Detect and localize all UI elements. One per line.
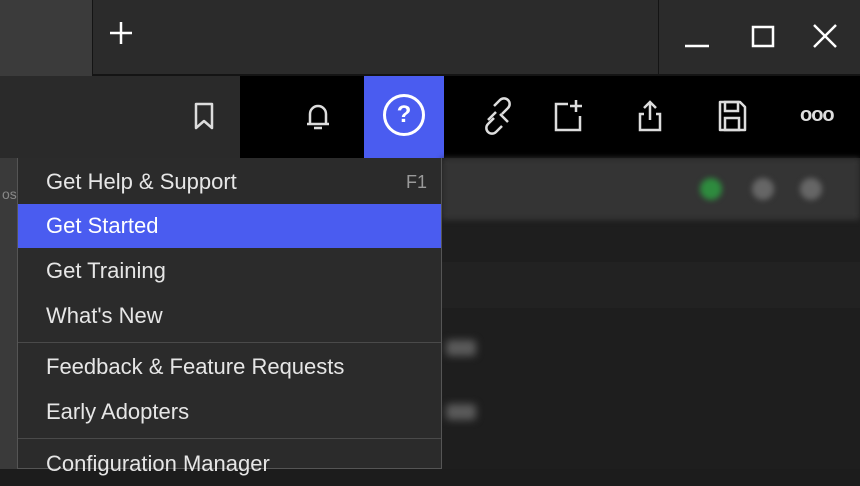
tab-strip: [92, 0, 658, 76]
menu-item-label: Early Adopters: [46, 399, 190, 424]
help-icon[interactable]: ?: [383, 94, 425, 136]
more-icon[interactable]: ooo: [800, 104, 840, 128]
minimize-icon[interactable]: [683, 22, 711, 50]
menu-item-label: Get Help & Support: [46, 169, 237, 194]
browser-tab[interactable]: [0, 0, 92, 76]
menu-item-label: Feedback & Feature Requests: [46, 354, 345, 379]
blurred-cell: [446, 340, 476, 356]
menu-item-whats-new[interactable]: What's New: [18, 294, 441, 338]
bell-icon[interactable]: [298, 96, 338, 136]
menu-separator: [18, 342, 441, 343]
new-page-icon[interactable]: [548, 96, 588, 136]
save-icon[interactable]: [712, 96, 752, 136]
close-icon[interactable]: [811, 22, 839, 50]
blurred-cell: [446, 404, 476, 420]
share-icon[interactable]: [630, 96, 670, 136]
menu-item-label: Get Started: [46, 213, 159, 238]
menu-item-get-help-support[interactable]: Get Help & Support F1: [18, 160, 441, 204]
menu-item-early-adopters[interactable]: Early Adopters: [18, 390, 441, 434]
window-controls: [658, 0, 860, 76]
menu-separator: [18, 438, 441, 439]
content-row: [442, 262, 860, 308]
menu-item-shortcut: F1: [405, 172, 427, 192]
plus-icon[interactable]: [108, 20, 134, 46]
menu-item-get-started[interactable]: Get Started: [18, 204, 441, 248]
help-menu: Get Help & Support F1 Get Started Get Tr…: [17, 158, 442, 476]
content-control: [752, 178, 774, 200]
menu-item-configuration-manager[interactable]: Configuration Manager: [18, 442, 441, 486]
left-edge-text: os: [2, 186, 17, 202]
link-icon[interactable]: [476, 96, 516, 136]
menu-item-feedback-feature-requests[interactable]: Feedback & Feature Requests: [18, 345, 441, 389]
content-toolbar: [442, 158, 860, 220]
status-indicator: [700, 178, 722, 200]
menu-item-get-training[interactable]: Get Training: [18, 249, 441, 293]
menu-item-label: Configuration Manager: [46, 451, 270, 476]
menu-item-label: Get Training: [46, 258, 166, 283]
maximize-icon[interactable]: [749, 22, 777, 50]
content-control: [800, 178, 822, 200]
menu-item-label: What's New: [46, 303, 163, 328]
bookmark-icon[interactable]: [184, 96, 224, 136]
